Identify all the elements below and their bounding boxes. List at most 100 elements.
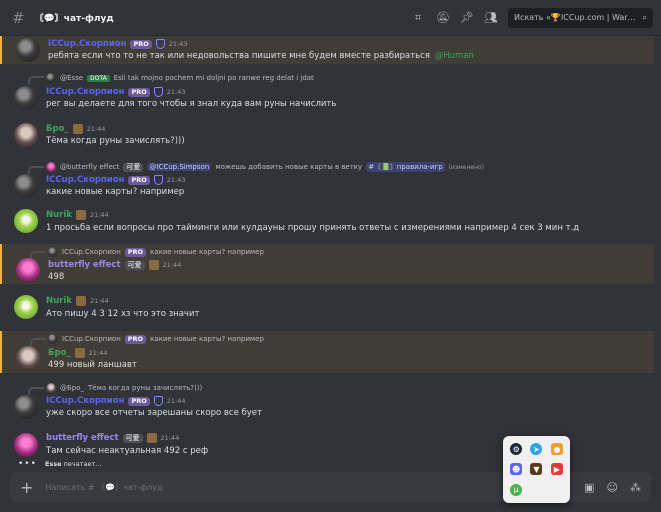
discord-icon[interactable]: ☻ bbox=[506, 459, 526, 479]
reply-preview[interactable]: @Бро_ Тёма когда руны зачислять?))) bbox=[46, 383, 202, 393]
author-name[interactable]: butterfly effect bbox=[48, 260, 121, 270]
members-icon[interactable]: 👥︎ bbox=[484, 11, 498, 24]
message-item[interactable]: Nurik 21:44 Ато пишу 4 3 12 хз что это з… bbox=[0, 292, 654, 322]
emoji-icon[interactable]: ☺ bbox=[607, 481, 618, 494]
message-input[interactable] bbox=[45, 477, 559, 497]
role-badge: 可爱 bbox=[122, 433, 143, 443]
reply-connector bbox=[30, 251, 46, 259]
reply-author: @butterfly effect bbox=[60, 163, 120, 171]
timestamp: 21:44 bbox=[166, 397, 186, 405]
message-item[interactable]: ICCup.Скорпион PRO какие новые карты? на… bbox=[0, 244, 654, 284]
apps-icon[interactable]: ⁂ bbox=[630, 481, 641, 494]
reply-avatar bbox=[48, 247, 58, 257]
reply-connector bbox=[30, 338, 46, 346]
mute-icon[interactable]: 🔕︎ bbox=[436, 11, 450, 24]
channel-mention[interactable]: #〘📗〙правила-игр bbox=[366, 162, 445, 172]
typing-suffix: печатает... bbox=[63, 460, 102, 468]
message-item[interactable]: Nurik 21:44 1 просьба если вопросы про т… bbox=[0, 206, 654, 236]
reply-avatar bbox=[46, 162, 56, 172]
reply-author: ICCup.Скорпион bbox=[62, 335, 121, 343]
sticker-icon[interactable]: ▣ bbox=[584, 481, 594, 494]
pro-badge: PRO bbox=[128, 396, 150, 406]
edited-label: (изменено) bbox=[448, 163, 484, 171]
message-text: Там сейчас неактуальная 492 с реф bbox=[46, 446, 209, 456]
pro-badge: PRO bbox=[128, 175, 150, 185]
message-body: ребята если что то не так или недовольст… bbox=[48, 51, 430, 61]
timestamp: 21:43 bbox=[168, 40, 188, 48]
reply-preview[interactable]: @Esse DOTA Esli tak mojno pochem mi dolj… bbox=[46, 73, 314, 83]
avatar[interactable] bbox=[14, 295, 38, 319]
author-name[interactable]: Nurik bbox=[46, 296, 72, 306]
message-text: рег вы делаете для того чтобы я знал куд… bbox=[46, 99, 337, 109]
user-mention[interactable]: @ICCup.Simpson bbox=[147, 163, 212, 171]
message-header: Бро_ 21:44 bbox=[48, 348, 107, 358]
reply-connector bbox=[28, 166, 44, 174]
message-item[interactable]: Бро_ 21:44 Тёма когда руны зачислять?))) bbox=[0, 120, 654, 150]
shield-icon bbox=[153, 396, 163, 406]
message-item[interactable]: @Бро_ Тёма когда руны зачислять?))) ICCu… bbox=[0, 380, 654, 422]
channel-title: 〘💬〙чат-флуд bbox=[34, 14, 114, 24]
author-name[interactable]: ICCup.Скорпион bbox=[48, 39, 126, 49]
role-badge: 可爱 bbox=[123, 162, 144, 172]
timestamp: 21:44 bbox=[162, 261, 182, 269]
video-icon[interactable]: ▶ bbox=[547, 459, 567, 479]
hashtag-icon: # bbox=[12, 8, 25, 27]
timestamp: 21:43 bbox=[166, 88, 186, 96]
message-list[interactable]: ICCup.Скорпион PRO 21:43 ребята если что… bbox=[0, 36, 661, 472]
message-text: ребята если что то не так или недовольст… bbox=[48, 51, 476, 61]
shield-icon bbox=[153, 87, 163, 97]
avatar[interactable] bbox=[14, 174, 38, 198]
avatar[interactable] bbox=[14, 123, 38, 147]
telegram-icon[interactable]: ➤ bbox=[526, 439, 546, 459]
avatar[interactable] bbox=[14, 209, 38, 233]
shield-icon bbox=[155, 39, 165, 49]
message-item[interactable]: @Esse DOTA Esli tak mojno pochem mi dolj… bbox=[0, 70, 654, 114]
threads-icon[interactable]: ⌗ bbox=[412, 11, 424, 24]
message-text: 498 bbox=[48, 272, 65, 282]
pro-badge: PRO bbox=[124, 334, 147, 344]
role-mention[interactable]: @Human bbox=[433, 51, 476, 61]
steam-icon[interactable]: ⚙ bbox=[506, 439, 526, 459]
warcraft-icon[interactable]: ▼ bbox=[526, 459, 546, 479]
author-name[interactable]: ICCup.Скорпион bbox=[46, 87, 124, 97]
search-input[interactable]: Искать «🏆ICCup.com | WarCraf... ⌕ bbox=[508, 7, 653, 28]
author-name[interactable]: Бро_ bbox=[46, 124, 69, 134]
reply-preview[interactable]: ICCup.Скорпион PRO какие новые карты? на… bbox=[48, 247, 264, 257]
reply-connector bbox=[28, 76, 44, 84]
avatar[interactable] bbox=[16, 346, 40, 370]
message-text: Ато пишу 4 3 12 хз что это значит bbox=[46, 309, 200, 319]
reply-avatar bbox=[48, 334, 58, 344]
pin-icon[interactable]: 📌︎ bbox=[460, 11, 474, 24]
message-item[interactable]: @butterfly effect 可爱 @ICCup.Simpson може… bbox=[0, 160, 654, 200]
role-badge: 可爱 bbox=[124, 260, 145, 270]
avatar[interactable] bbox=[14, 395, 38, 419]
message-header: butterfly effect 可爱 21:44 bbox=[48, 260, 181, 270]
timestamp: 21:44 bbox=[86, 125, 106, 133]
author-name[interactable]: ICCup.Скорпион bbox=[46, 396, 124, 406]
message-item[interactable]: ICCup.Скорпион PRO какие новые карты? на… bbox=[0, 331, 654, 373]
author-name[interactable]: butterfly effect bbox=[46, 433, 119, 443]
reply-preview[interactable]: ICCup.Скорпион PRO какие новые карты? на… bbox=[48, 334, 264, 344]
avatar[interactable] bbox=[14, 433, 38, 457]
role-icon bbox=[75, 210, 86, 220]
message-header: Бро_ 21:44 bbox=[46, 124, 105, 134]
message-text: 1 просьба если вопросы про тайминги или … bbox=[46, 223, 580, 233]
message-item[interactable]: ICCup.Скорпион PRO 21:43 ребята если что… bbox=[0, 36, 654, 64]
author-name[interactable]: Бро_ bbox=[48, 348, 71, 358]
avatar[interactable] bbox=[16, 38, 40, 62]
reply-preview[interactable]: @butterfly effect 可爱 @ICCup.Simpson може… bbox=[46, 162, 484, 172]
utorrent-icon[interactable]: µ bbox=[506, 480, 526, 500]
message-header: ICCup.Скорпион PRO 21:43 bbox=[46, 87, 186, 97]
message-header: ICCup.Скорпион PRO 21:43 bbox=[48, 39, 188, 49]
reply-text: можешь добавить новые карты в ветку bbox=[215, 163, 363, 171]
app-icon[interactable]: ● bbox=[547, 439, 567, 459]
channel-header: # 〘💬〙чат-флуд ⌗ 🔕︎ 📌︎ 👥︎ Искать «🏆ICCup.… bbox=[0, 0, 661, 36]
header-toolbar: ⌗ 🔕︎ 📌︎ 👥︎ Искать «🏆ICCup.com | WarCraf.… bbox=[412, 7, 653, 28]
avatar[interactable] bbox=[14, 86, 38, 110]
reply-author: ICCup.Скорпион bbox=[62, 248, 121, 256]
pro-badge: PRO bbox=[124, 247, 147, 257]
add-attachment-icon[interactable]: + bbox=[20, 478, 33, 497]
author-name[interactable]: Nurik bbox=[46, 210, 72, 220]
author-name[interactable]: ICCup.Скорпион bbox=[46, 175, 124, 185]
avatar[interactable] bbox=[16, 258, 40, 282]
